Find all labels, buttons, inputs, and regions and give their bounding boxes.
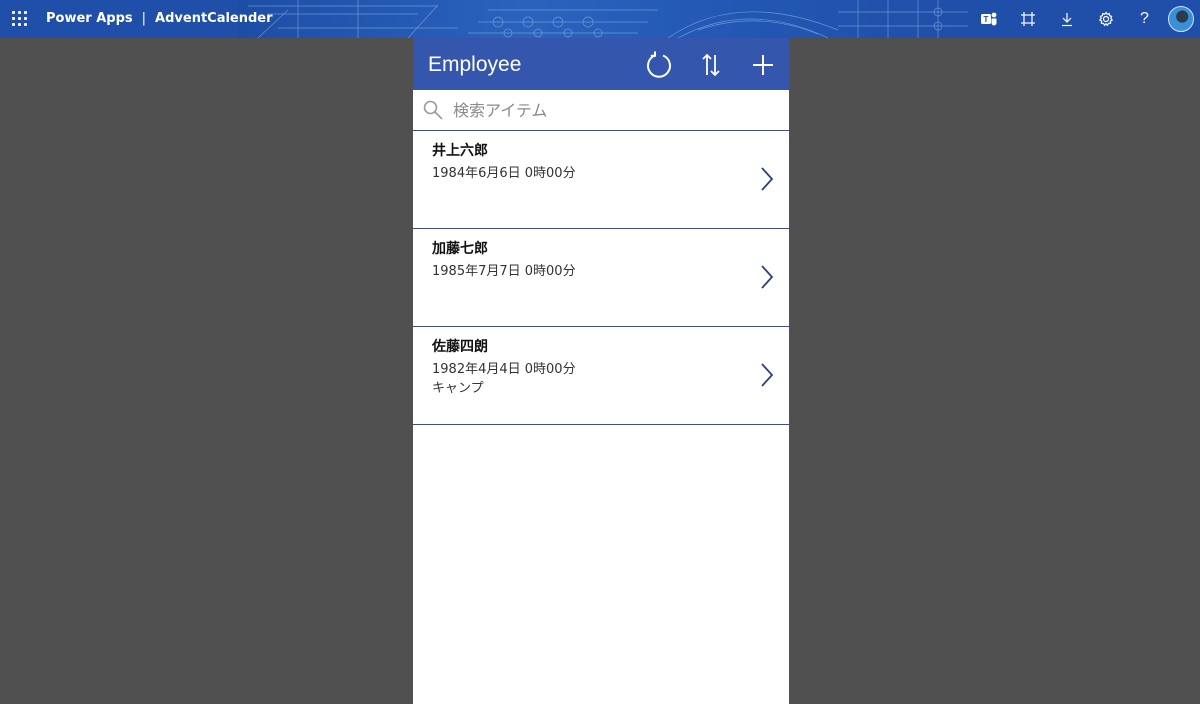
chevron-right-icon[interactable] [759,166,775,192]
list-item[interactable]: 佐藤四朗 1982年4月4日 0時00分 キャンプ [413,327,789,425]
employee-name: 加藤七郎 [432,241,488,257]
app-name: AdventCalender [155,11,273,26]
refresh-button[interactable] [643,49,675,81]
chevron-right-icon[interactable] [759,264,775,290]
chevron-right-icon[interactable] [759,362,775,388]
sort-button[interactable] [695,49,727,81]
user-avatar[interactable] [1168,6,1194,32]
help-icon[interactable]: ? [1125,0,1164,38]
topbar-actions: T ? [969,0,1200,38]
fit-to-window-icon[interactable] [1008,0,1047,38]
product-name: Power Apps [46,11,133,26]
page-title: Employee [428,53,522,76]
breadcrumb: Power Apps | AdventCalender [46,0,273,38]
add-button[interactable] [747,49,779,81]
search-icon [423,100,443,120]
list-item[interactable]: 加藤七郎 1985年7月7日 0時00分 [413,229,789,327]
list-item[interactable]: 井上六郎 1984年6月6日 0時00分 [413,131,789,229]
employee-date: 1985年7月7日 0時00分 [432,264,576,279]
employee-date: 1982年4月4日 0時00分 [432,362,576,377]
breadcrumb-separator: | [141,11,147,26]
blueprint-banner-image [238,0,968,38]
add-icon [753,55,773,75]
app-launcher-bar: Power Apps | AdventCalender T ? [0,0,1200,38]
employee-gallery: 井上六郎 1984年6月6日 0時00分 加藤七郎 1985年7月7日 0時00… [413,131,789,425]
help-glyph: ? [1140,10,1149,27]
settings-icon[interactable] [1086,0,1125,38]
svg-text:T: T [983,15,988,24]
refresh-icon [647,51,671,78]
app-launcher-icon[interactable] [12,11,28,27]
search-bar [413,90,789,131]
app-screen: Employee 検索アイテム 井上六郎 1984年6月6日 0時00分 加藤七… [413,38,789,704]
teams-icon[interactable]: T [969,0,1008,38]
employee-note: キャンプ [432,381,484,396]
download-icon[interactable] [1047,0,1086,38]
search-input[interactable] [453,96,773,124]
sort-icon [702,53,720,77]
employee-name: 佐藤四朗 [432,339,488,355]
app-header: Employee [413,38,789,90]
employee-name: 井上六郎 [432,143,488,159]
employee-date: 1984年6月6日 0時00分 [432,166,576,181]
